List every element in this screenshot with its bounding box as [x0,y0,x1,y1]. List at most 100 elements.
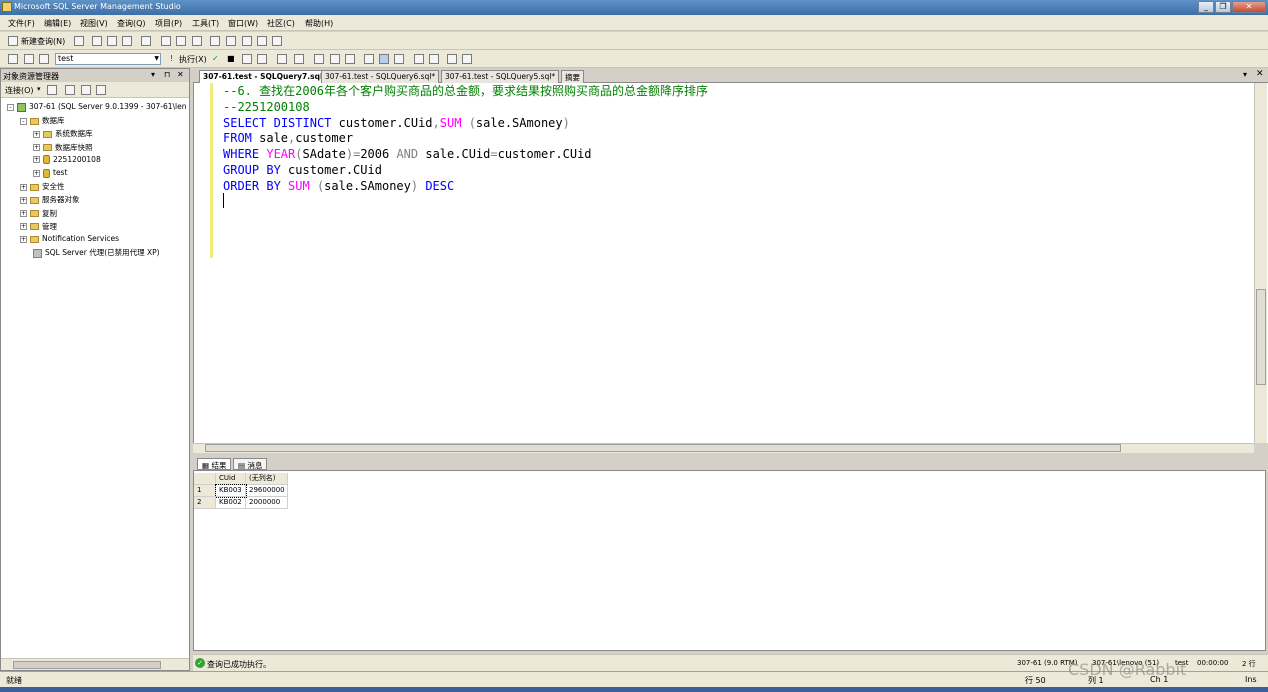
menu-help[interactable]: 帮助(H) [305,18,333,29]
tab-sqlquery5[interactable]: 307-61.test - SQLQuery5.sql* [441,70,560,83]
close-button[interactable]: ✕ [1232,1,1266,13]
connect-dropdown-arrow-icon[interactable]: ▾ [37,85,41,93]
tree-node[interactable]: + 复制 [20,208,57,220]
menu-window[interactable]: 窗口(W) [228,18,258,29]
open-file-icon[interactable] [161,36,171,46]
tree-node[interactable]: + 管理 [20,221,57,233]
include-plan-icon[interactable] [314,54,324,64]
disconnect-explorer-icon[interactable] [65,85,75,95]
intellisense-icon[interactable] [294,54,304,64]
expand-icon[interactable]: + [20,235,27,243]
menu-project[interactable]: 项目(P) [155,18,182,29]
object-explorer-horizontal-scrollbar[interactable] [1,658,189,670]
execute-icon[interactable]: ! [170,54,173,63]
connect-dropdown[interactable]: 连接(O) [5,85,34,96]
expand-icon[interactable]: + [33,169,40,177]
minimize-button[interactable]: _ [1198,1,1214,13]
connect-icon[interactable] [8,54,18,64]
table-cell[interactable]: KB003 [215,484,247,498]
specify-values-icon[interactable] [462,54,472,64]
tab-summary[interactable]: 摘要 [561,70,584,83]
pin-icon[interactable]: ⊓ [164,70,170,79]
tab-messages[interactable]: ▤ 消息 [233,458,268,470]
row-number[interactable]: 2 [194,497,216,509]
expand-icon[interactable]: + [20,223,27,231]
expand-icon[interactable]: + [33,130,40,138]
column-header[interactable]: (无列名) [246,473,288,485]
disconnect-icon[interactable] [39,54,49,64]
xmla-query-icon[interactable] [141,36,151,46]
tab-sqlquery6[interactable]: 307-61.test - SQLQuery6.sql* [321,70,440,83]
tree-node[interactable]: + 安全性 [20,181,65,193]
save-icon[interactable] [176,36,186,46]
expand-icon[interactable]: + [20,210,27,218]
tree-node[interactable]: - 数据库 [20,115,65,127]
tree-node[interactable]: + 服务器对象 [20,194,80,206]
object-explorer-icon[interactable] [226,36,236,46]
decrease-indent-icon[interactable] [429,54,439,64]
tab-list-icon[interactable]: ▾ [1243,70,1247,79]
change-connection-icon[interactable] [24,54,34,64]
collapse-icon[interactable]: - [20,117,27,125]
scroll-thumb[interactable] [1256,289,1266,385]
menu-query[interactable]: 查询(Q) [117,18,146,29]
restore-button[interactable]: ❐ [1215,1,1231,13]
dropdown-icon[interactable]: ▾ [151,70,155,79]
database-select[interactable]: test ▼ [55,53,161,65]
results-to-file-icon[interactable] [379,54,389,64]
mdx-query-icon[interactable] [122,36,132,46]
analysis-query-icon[interactable] [107,36,117,46]
execute-button[interactable]: 执行(X) [179,54,207,65]
results-to-grid-icon[interactable] [364,54,374,64]
db-engine-query-icon[interactable] [92,36,102,46]
collapse-icon[interactable]: - [7,103,14,111]
parse-icon[interactable]: ✓ [212,54,219,63]
editor-horizontal-scrollbar[interactable] [193,443,1254,453]
properties-icon[interactable] [257,36,267,46]
scroll-thumb[interactable] [205,444,1121,452]
menu-file[interactable]: 文件(F) [8,18,35,29]
scroll-thumb[interactable] [13,661,161,669]
tree-node[interactable]: +2251200108 [33,155,101,167]
refresh-icon[interactable] [81,85,91,95]
expand-icon[interactable]: + [33,156,40,164]
menu-edit[interactable]: 编辑(E) [44,18,71,29]
editor-vertical-scrollbar[interactable] [1254,83,1267,443]
table-cell[interactable]: 29600000 [246,485,288,497]
expand-icon[interactable]: + [20,183,27,191]
tab-results[interactable]: ▦ 结果 [197,458,232,470]
table-cell[interactable]: 2000000 [246,497,288,509]
toolbox-icon[interactable] [272,36,282,46]
results-to-text-icon[interactable] [345,54,355,64]
tab-sqlquery7[interactable]: 307-61.test - SQLQuery7.sql* [199,70,331,83]
template-explorer-icon[interactable] [242,36,252,46]
close-tab-icon[interactable]: ✕ [1256,69,1264,79]
tree-node[interactable]: - 307-61 (SQL Server 9.0.1399 - 307-61\le… [7,102,187,114]
row-number[interactable]: 1 [194,485,216,497]
filter-icon[interactable] [96,85,106,95]
check-syntax-icon[interactable] [277,54,287,64]
menu-tools[interactable]: 工具(T) [192,18,219,29]
connect-explorer-icon[interactable] [47,85,57,95]
tree-node[interactable]: + 系统数据库 [33,128,93,140]
close-icon[interactable]: ✕ [177,70,184,79]
new-query-button[interactable]: 新建查询(N) [21,36,65,47]
new-file-icon[interactable] [74,36,84,46]
column-header[interactable]: CUid [216,473,246,485]
tree-node[interactable]: + Notification Services [20,234,119,246]
sql-editor[interactable]: --6. 查找在2006年各个客户购买商品的总金额，要求结果按照购买商品的总金额… [193,83,1268,443]
increase-indent-icon[interactable] [447,54,457,64]
display-plan-icon[interactable] [242,54,252,64]
tree-node[interactable]: + test [33,168,67,180]
expand-icon[interactable]: + [20,196,27,204]
uncomment-icon[interactable] [414,54,424,64]
menu-view[interactable]: 视图(V) [80,18,108,29]
query-designer-icon[interactable] [257,54,267,64]
client-stats-icon[interactable] [330,54,340,64]
new-query-icon[interactable] [8,36,18,46]
table-cell[interactable]: KB002 [216,497,246,509]
tree-node[interactable]: SQL Server 代理(已禁用代理 XP) [20,247,160,259]
expand-icon[interactable]: + [33,144,40,152]
comment-icon[interactable] [394,54,404,64]
menu-community[interactable]: 社区(C) [267,18,295,29]
